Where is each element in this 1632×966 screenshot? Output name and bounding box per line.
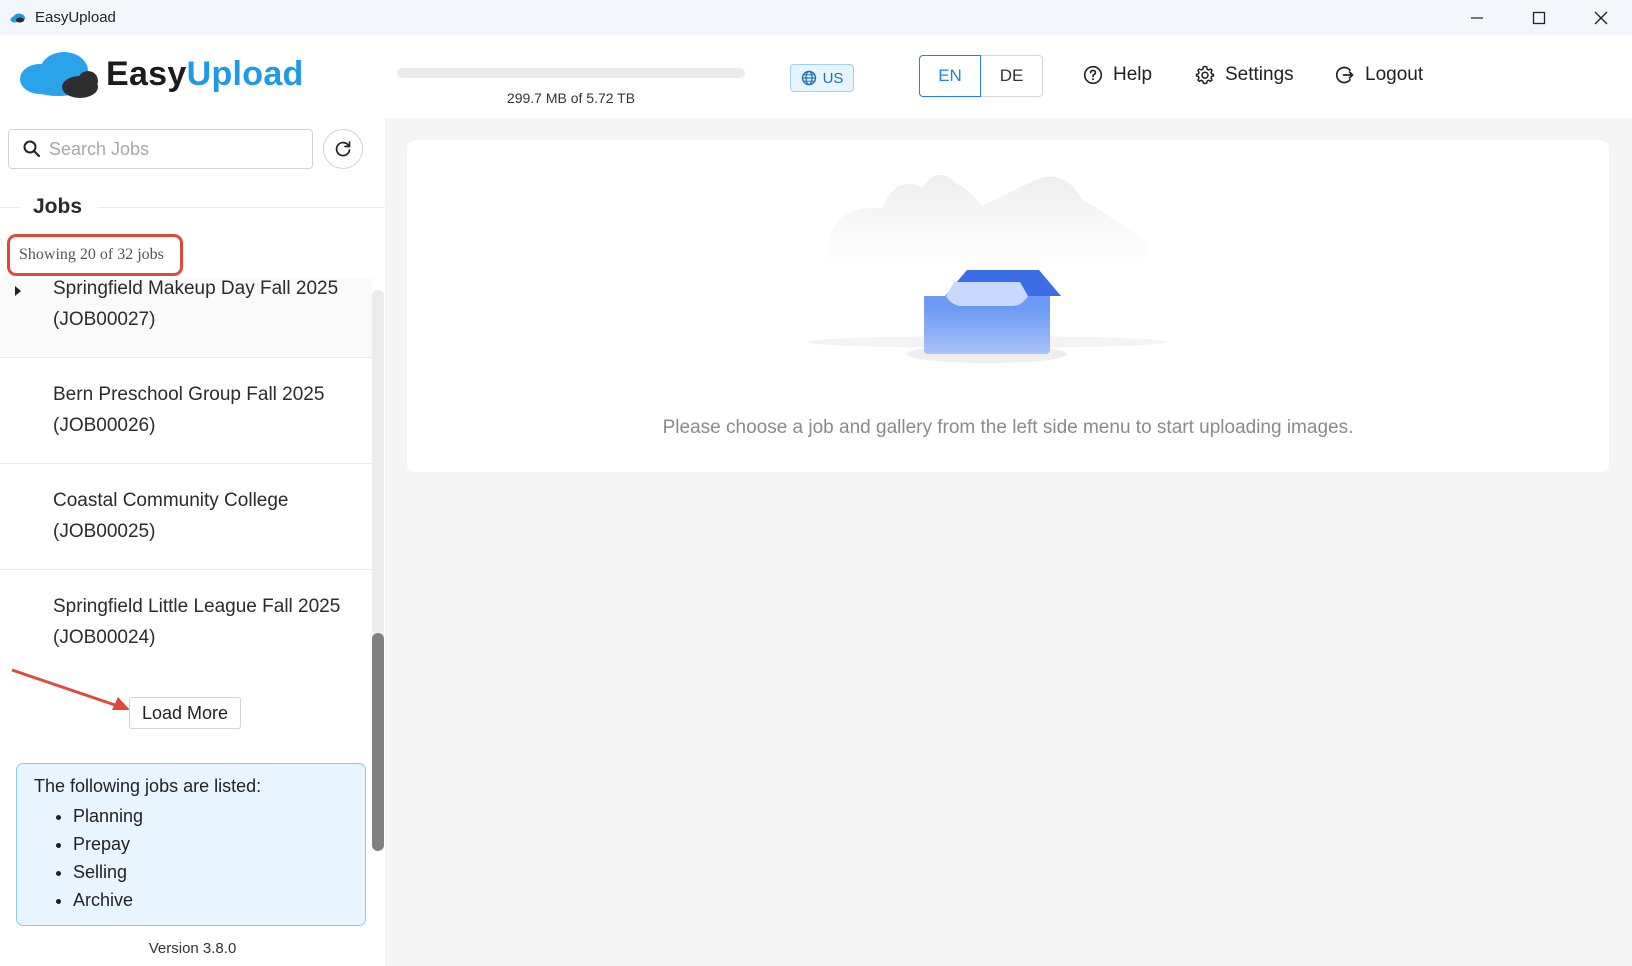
jobs-heading: Jobs bbox=[33, 195, 83, 218]
job-item[interactable]: Springfield Makeup Day Fall 2025 (JOB000… bbox=[0, 278, 372, 358]
region-label: US bbox=[822, 69, 844, 87]
job-item[interactable]: Springfield Little League Fall 2025 (JOB… bbox=[0, 570, 372, 676]
window-title: EasyUpload bbox=[35, 9, 116, 26]
help-link[interactable]: Help bbox=[1083, 64, 1152, 86]
showing-count-text: Showing 20 of 32 jobs bbox=[19, 246, 164, 263]
job-name: Coastal Community College bbox=[53, 490, 289, 511]
job-item-label: Springfield Makeup Day Fall 2025 (JOB000… bbox=[53, 273, 338, 335]
title-bar: EasyUpload bbox=[0, 0, 1632, 35]
globe-icon bbox=[801, 70, 816, 86]
minimize-icon bbox=[1471, 16, 1483, 19]
job-list-scrollbar-thumb[interactable] bbox=[372, 633, 384, 851]
logo-text-upload: Upload bbox=[186, 54, 304, 93]
language-switcher: EN DE bbox=[919, 55, 1043, 97]
maximize-icon bbox=[1532, 11, 1546, 24]
job-item-label: Bern Preschool Group Fall 2025 (JOB00026… bbox=[53, 379, 324, 441]
logout-icon bbox=[1335, 66, 1354, 84]
job-item-label: Coastal Community College (JOB00025) bbox=[53, 485, 289, 547]
help-label: Help bbox=[1113, 64, 1153, 85]
expand-caret-icon[interactable] bbox=[15, 286, 21, 296]
version-label: Version 3.8.0 bbox=[148, 940, 237, 957]
annotation-arrow-icon bbox=[11, 668, 130, 710]
region-selector[interactable]: US bbox=[790, 64, 854, 92]
info-list-item: Planning bbox=[73, 802, 365, 830]
job-name: Bern Preschool Group Fall 2025 bbox=[53, 384, 325, 405]
logout-label: Logout bbox=[1365, 64, 1424, 85]
info-list-item: Prepay bbox=[73, 830, 365, 858]
gear-icon bbox=[1195, 65, 1215, 85]
maximize-button[interactable] bbox=[1508, 0, 1570, 35]
info-list: Planning Prepay Selling Archive bbox=[34, 802, 365, 914]
window-controls bbox=[1446, 0, 1632, 35]
sidebar: Jobs Showing 20 of 32 jobs Springfield M… bbox=[0, 118, 385, 966]
info-list-item: Selling bbox=[73, 858, 365, 886]
empty-inbox-icon bbox=[807, 174, 1167, 363]
minimize-button[interactable] bbox=[1446, 0, 1508, 35]
settings-label: Settings bbox=[1225, 64, 1294, 85]
close-button[interactable] bbox=[1570, 0, 1632, 35]
job-item[interactable]: Coastal Community College (JOB00025) bbox=[0, 464, 372, 570]
logo-text-easy: Easy bbox=[106, 54, 187, 93]
logo-text: EasyUpload bbox=[106, 55, 304, 94]
refresh-button[interactable] bbox=[323, 129, 363, 169]
storage-text: 299.7 MB of 5.72 TB bbox=[506, 90, 636, 106]
job-list: Springfield Makeup Day Fall 2025 (JOB000… bbox=[0, 278, 372, 676]
job-name: Springfield Little League Fall 2025 bbox=[53, 596, 341, 617]
load-more-button[interactable]: Load More bbox=[129, 697, 241, 729]
search-input[interactable] bbox=[47, 137, 291, 161]
lang-en-button[interactable]: EN bbox=[919, 55, 981, 97]
jobs-divider-left bbox=[0, 207, 20, 208]
info-list-item: Archive bbox=[73, 886, 365, 914]
jobs-divider bbox=[98, 207, 385, 208]
app-cloud-icon bbox=[10, 12, 28, 24]
storage-progress-bar bbox=[397, 68, 745, 78]
job-name: Springfield Makeup Day Fall 2025 bbox=[53, 278, 339, 299]
job-id: (JOB00024) bbox=[53, 627, 156, 648]
refresh-icon bbox=[335, 141, 351, 157]
search-icon bbox=[23, 140, 41, 158]
close-icon bbox=[1594, 11, 1608, 24]
job-item[interactable]: Bern Preschool Group Fall 2025 (JOB00026… bbox=[0, 358, 372, 464]
storage-usage: 299.7 MB of 5.72 TB bbox=[397, 68, 745, 106]
empty-state-card: Please choose a job and gallery from the… bbox=[407, 140, 1609, 472]
lang-de-button[interactable]: DE bbox=[981, 55, 1043, 97]
app-logo: EasyUpload bbox=[18, 49, 304, 99]
job-item-label: Springfield Little League Fall 2025 (JOB… bbox=[53, 591, 340, 653]
job-status-info-box: The following jobs are listed: Planning … bbox=[16, 763, 366, 926]
settings-link[interactable]: Settings bbox=[1195, 64, 1294, 86]
logout-link[interactable]: Logout bbox=[1335, 64, 1423, 86]
logo-cloud-icon bbox=[20, 52, 98, 98]
empty-state-text: Please choose a job and gallery from the… bbox=[662, 417, 1354, 438]
job-id: (JOB00027) bbox=[53, 309, 156, 330]
job-id: (JOB00026) bbox=[53, 415, 156, 436]
help-icon bbox=[1083, 65, 1103, 85]
info-title: The following jobs are listed: bbox=[34, 776, 262, 796]
job-id: (JOB00025) bbox=[53, 521, 156, 542]
search-box bbox=[8, 129, 313, 169]
showing-count-annotated: Showing 20 of 32 jobs bbox=[7, 234, 183, 276]
